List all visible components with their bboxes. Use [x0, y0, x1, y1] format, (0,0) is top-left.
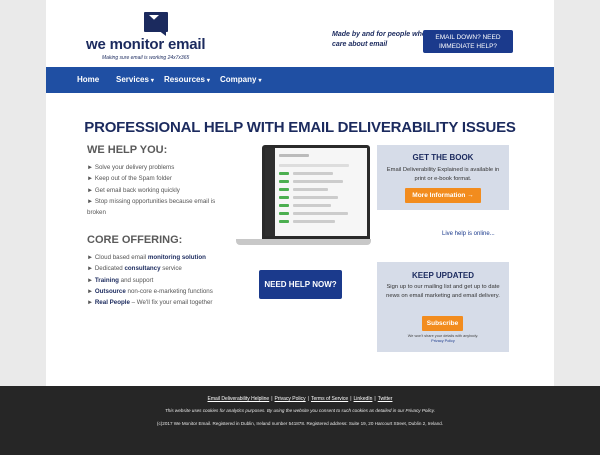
footer-cookie-notice: This website uses cookies for analytics … [164, 408, 436, 413]
laptop-dashboard-image [236, 145, 371, 247]
laptop-screen [262, 145, 370, 239]
nav-item-label: Company [220, 75, 257, 84]
footer-link-twitter[interactable]: Twitter [378, 396, 393, 402]
nav-item-label: Resources [164, 75, 205, 84]
logo-tagline: Making sure email is working 24x7x365 [102, 55, 190, 61]
list-item: ► Real People – We'll fix your email tog… [87, 299, 213, 307]
privacy-policy-link[interactable]: Privacy Policy [377, 339, 509, 344]
list-item: ► Stop missing opportunities because ema… [87, 197, 216, 217]
email-down-button[interactable]: EMAIL DOWN? NEED IMMEDIATE HELP? [423, 30, 513, 53]
main-nav: Home Services ▾ Resources ▾ Company ▾ [46, 67, 554, 93]
laptop-base [236, 239, 371, 245]
keep-updated-box: KEEP UPDATED Sign up to our mailing list… [377, 262, 509, 352]
footer-link-privacy[interactable]: Privacy Policy [275, 396, 306, 402]
footer-links: Email Deliverability Helpline | Privacy Po… [207, 396, 393, 402]
more-information-button[interactable]: More Information → [405, 188, 481, 203]
we-help-title: WE HELP YOU: [87, 144, 168, 156]
book-box-text: Email Deliverability Explained is availa… [386, 167, 500, 182]
nav-item-company[interactable]: Company ▾ [220, 67, 261, 93]
list-item: ► Cloud based email monitoring solution [87, 254, 206, 261]
list-item: ► Outsource non-core e-marketing functio… [87, 287, 213, 295]
need-help-now-button[interactable]: NEED HELP NOW? [259, 270, 342, 299]
logo-speech-bubble-icon [144, 12, 168, 32]
page-headline: PROFESSIONAL HELP WITH EMAIL DELIVERABIL… [84, 119, 516, 136]
nav-item-label: Services [116, 75, 149, 84]
list-item: ► Keep out of the Spam folder [87, 175, 172, 183]
live-help-link[interactable]: Live help is online... [442, 231, 495, 237]
core-offering-title: CORE OFFERING: [87, 234, 183, 246]
footer-link-linkedin[interactable]: LinkedIn [354, 396, 373, 402]
we-help-list: ► Solve your delivery problems ► Keep ou… [87, 162, 237, 218]
list-item: ► Training and support [87, 276, 154, 284]
nav-item-label: Home [77, 75, 100, 84]
subscribe-button[interactable]: Subscribe [422, 316, 463, 331]
nav-item-services[interactable]: Services ▾ [116, 67, 154, 93]
caret-down-icon: ▾ [206, 78, 210, 84]
core-offering-list: ► Cloud based email monitoring solution … [87, 252, 237, 308]
get-the-book-box: GET THE BOOK Email Deliverability Explai… [377, 145, 509, 210]
updates-box-title: KEEP UPDATED [412, 271, 474, 280]
caret-down-icon: ▾ [150, 78, 154, 84]
list-item: ► Solve your delivery problems [87, 164, 175, 171]
logo-text: we monitor email [86, 36, 206, 53]
updates-box-text: Sign up to our mailing list and get up t… [386, 284, 500, 299]
list-item: ► Dedicated consultancy service [87, 265, 182, 273]
nav-item-home[interactable]: Home [77, 67, 99, 93]
footer: Email Deliverability Helpline | Privacy Po… [0, 386, 600, 455]
book-box-title: GET THE BOOK [412, 153, 474, 162]
caret-down-icon: ▾ [258, 78, 262, 84]
footer-legal-text: (c)2017 We Monitor Email. Registered in … [156, 421, 444, 426]
list-item: ► Get email back working quickly [87, 186, 180, 194]
page-container: we monitor email Making sure email is wo… [46, 0, 554, 386]
footer-link-terms[interactable]: Terms of Service [311, 396, 348, 402]
footer-link-helpline[interactable]: Email Deliverability Helpline [208, 396, 270, 402]
header-tagline: Made by and for people who care about em… [332, 31, 427, 48]
logo[interactable]: we monitor email Making sure email is wo… [86, 12, 216, 61]
nav-item-resources[interactable]: Resources ▾ [164, 67, 210, 93]
